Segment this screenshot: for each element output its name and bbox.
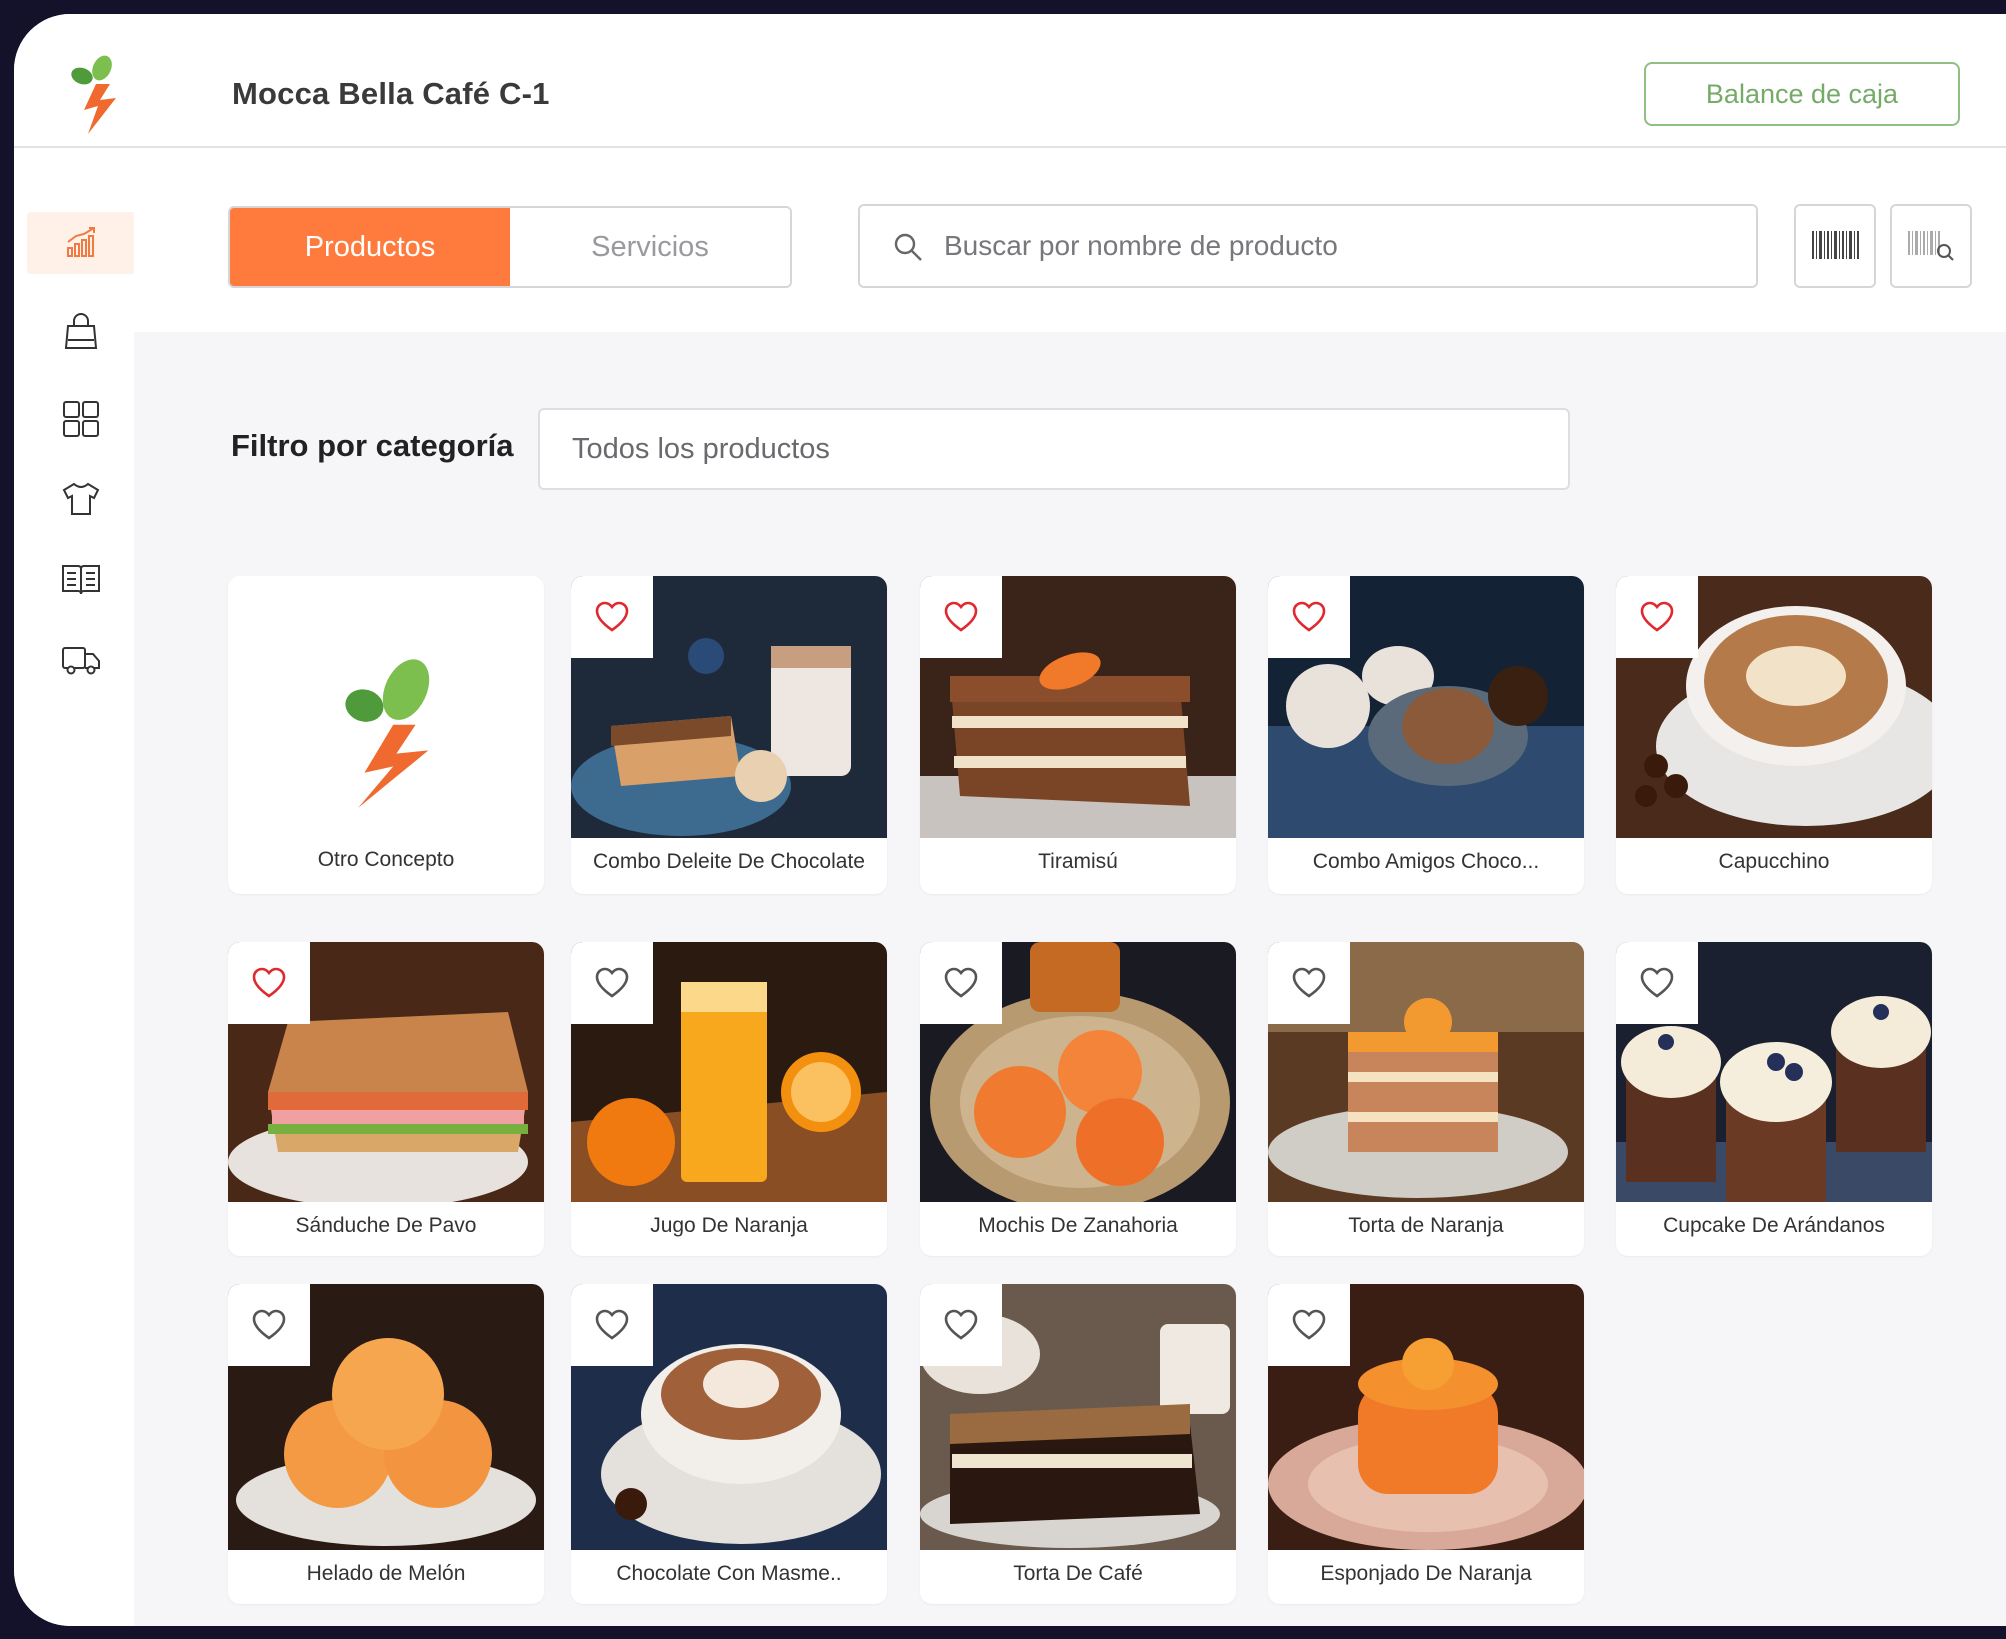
product-name: Torta De Café [1013, 1562, 1143, 1585]
product-card[interactable]: Esponjado De Naranja [1268, 1284, 1584, 1604]
product-search [858, 204, 1758, 288]
heart-filled-icon [252, 967, 286, 998]
product-card[interactable]: Helado de Melón [228, 1284, 544, 1604]
sidebar-item-sales[interactable] [27, 300, 135, 362]
sidebar-item-products[interactable] [27, 468, 135, 530]
favorite-button[interactable] [571, 576, 653, 658]
product-name: Tiramisú [1038, 850, 1118, 873]
product-name: Sánduche De Pavo [295, 1214, 477, 1237]
product-name: Cupcake De Arándanos [1663, 1214, 1885, 1237]
barcode-icon [1812, 231, 1859, 259]
heart-filled-icon [595, 601, 629, 632]
heart-outline-icon [1292, 1309, 1326, 1340]
store-name: Mocca Bella Café C-1 [232, 76, 550, 111]
product-name: Chocolate Con Masme.. [616, 1562, 842, 1585]
product-card[interactable]: Otro Concepto [228, 576, 544, 894]
product-name: Mochis De Zanahoria [978, 1214, 1178, 1237]
device-frame: Mocca Bella Café C-1 Balance de caja Pro… [0, 0, 2006, 1639]
favorite-button[interactable] [228, 1284, 310, 1366]
product-card[interactable]: Torta De Café [920, 1284, 1236, 1604]
favorite-button[interactable] [1616, 942, 1698, 1024]
product-name: Torta de Naranja [1348, 1214, 1504, 1237]
barcode-scan-button[interactable] [1794, 204, 1876, 288]
favorite-button[interactable] [228, 942, 310, 1024]
product-card[interactable]: Cupcake De Arándanos [1616, 942, 1932, 1256]
product-card[interactable]: Tiramisú [920, 576, 1236, 894]
favorite-button[interactable] [920, 1284, 1002, 1366]
product-name: Combo Deleite De Chocolate [593, 850, 865, 873]
heart-outline-icon [595, 967, 629, 998]
product-card[interactable]: Combo Deleite De Chocolate [571, 576, 887, 894]
favorite-button[interactable] [1268, 942, 1350, 1024]
product-name: Otro Concepto [317, 848, 455, 871]
tab-services[interactable]: Servicios [510, 208, 790, 286]
heart-outline-icon [944, 967, 978, 998]
app-screen: Mocca Bella Café C-1 Balance de caja Pro… [14, 14, 2006, 1626]
brand-logo-icon [345, 659, 430, 808]
favorite-button[interactable] [1268, 576, 1350, 658]
app-header: Mocca Bella Café C-1 Balance de caja [14, 14, 2006, 148]
grid-icon [63, 401, 99, 437]
truck-icon [62, 647, 100, 675]
favorite-button[interactable] [571, 942, 653, 1024]
search-icon [894, 233, 922, 261]
sidebar-item-catalog[interactable] [27, 548, 135, 610]
product-name: Esponjado De Naranja [1320, 1562, 1532, 1585]
brand-logo-icon [66, 54, 126, 134]
product-name: Helado de Melón [306, 1562, 466, 1585]
heart-filled-icon [944, 601, 978, 632]
heart-outline-icon [1292, 967, 1326, 998]
product-card[interactable]: Mochis De Zanahoria [920, 942, 1236, 1256]
barcode-search-button[interactable] [1890, 204, 1972, 288]
heart-outline-icon [1640, 967, 1674, 998]
chart-icon [67, 227, 95, 257]
category-filter-select[interactable]: Todos los productos [538, 408, 1570, 490]
favorite-button[interactable] [920, 942, 1002, 1024]
product-card[interactable]: Chocolate Con Masme.. [571, 1284, 887, 1604]
sidebar-item-stats[interactable] [27, 212, 135, 274]
sidebar-item-delivery[interactable] [27, 628, 135, 690]
sidebar-item-categories[interactable] [27, 388, 135, 450]
product-card[interactable]: Combo Amigos Choco... [1268, 576, 1584, 894]
heart-outline-icon [595, 1309, 629, 1340]
heart-filled-icon [1640, 601, 1674, 632]
product-name: Combo Amigos Choco... [1312, 850, 1540, 873]
category-filter-label: Filtro por categoría [231, 428, 514, 463]
tab-products[interactable]: Productos [230, 208, 510, 286]
shopping-bag-icon [64, 313, 98, 349]
favorite-button[interactable] [1268, 1284, 1350, 1366]
search-input[interactable] [944, 220, 1724, 272]
heart-outline-icon [944, 1309, 978, 1340]
cash-balance-button[interactable]: Balance de caja [1644, 62, 1960, 126]
product-name: Jugo De Naranja [650, 1214, 808, 1237]
product-card[interactable]: Sánduche De Pavo [228, 942, 544, 1256]
products-panel: Filtro por categoría Todos los productos… [134, 332, 2006, 1626]
sidebar [14, 150, 135, 1626]
product-name: Capucchino [1718, 850, 1830, 873]
favorite-button[interactable] [920, 576, 1002, 658]
favorite-button[interactable] [571, 1284, 653, 1366]
shirt-icon [62, 482, 100, 515]
book-icon [62, 565, 100, 595]
heart-filled-icon [1292, 601, 1326, 632]
product-card[interactable]: Torta de Naranja [1268, 942, 1584, 1256]
product-card[interactable]: Capucchino [1616, 576, 1932, 894]
heart-outline-icon [252, 1309, 286, 1340]
barcode-search-icon [1908, 231, 1954, 261]
type-tabs: Productos Servicios [228, 206, 792, 288]
product-card[interactable]: Jugo De Naranja [571, 942, 887, 1256]
favorite-button[interactable] [1616, 576, 1698, 658]
toolbar: Productos Servicios [134, 150, 2006, 346]
